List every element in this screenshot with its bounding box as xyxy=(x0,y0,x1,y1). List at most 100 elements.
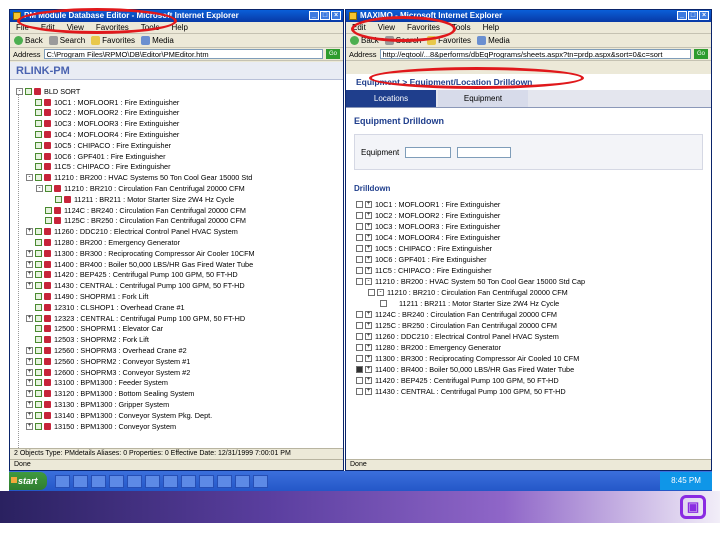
taskbar-item[interactable] xyxy=(127,474,142,488)
tree-row[interactable]: +11420 : BEP425 : Centrifugal Pump 100 G… xyxy=(16,270,337,281)
row-checkbox[interactable] xyxy=(356,212,363,219)
row-checkbox[interactable] xyxy=(356,366,363,373)
expand-toggle[interactable]: + xyxy=(26,271,33,279)
close-button[interactable]: × xyxy=(699,11,709,20)
checkbox[interactable] xyxy=(35,174,42,182)
tree-row[interactable]: +13120 : BPM1300 : Bottom Sealing System xyxy=(16,388,337,399)
taskbar-item[interactable] xyxy=(73,474,88,488)
tree-row[interactable]: +11300 : BR300 : Reciprocating Compresso… xyxy=(16,248,337,259)
address-input[interactable]: C:\Program Files\RPMO\DB\Editor\PMEditor… xyxy=(43,49,323,59)
taskbar-item[interactable] xyxy=(253,474,268,488)
tree-row[interactable]: 1125C : BR250 : Circulation Fan Centrifu… xyxy=(16,216,337,227)
row-checkbox[interactable] xyxy=(356,344,363,351)
tree-row[interactable]: +11400 : BR400 : Boiler 50,000 LBS/HR Ga… xyxy=(16,259,337,270)
checkbox[interactable] xyxy=(35,357,42,365)
checkbox[interactable] xyxy=(35,260,42,268)
checkbox[interactable] xyxy=(35,368,42,376)
expand-toggle[interactable]: + xyxy=(365,333,372,340)
start-button[interactable]: start xyxy=(9,472,47,490)
drilldown-row[interactable]: -11210 : BR200 : HVAC System 50 Ton Cool… xyxy=(354,276,703,287)
tree-row[interactable]: 10C2 : MOFLOOR2 : Fire Extinguisher xyxy=(16,108,337,119)
checkbox[interactable] xyxy=(35,239,42,247)
taskbar-item[interactable] xyxy=(199,474,214,488)
expand-toggle[interactable]: + xyxy=(26,379,33,387)
expand-toggle[interactable]: + xyxy=(365,377,372,384)
expand-toggle[interactable]: + xyxy=(26,228,33,236)
checkbox[interactable] xyxy=(35,141,42,149)
drilldown-row[interactable]: +10C3 : MOFLOOR3 : Fire Extinguisher xyxy=(354,221,703,232)
drilldown-row[interactable]: +10C6 : GPF401 : Fire Extinguisher xyxy=(354,254,703,265)
row-checkbox[interactable] xyxy=(368,289,375,296)
expand-toggle[interactable]: + xyxy=(26,401,33,408)
tree-row[interactable]: 10C5 : CHIPACO : Fire Extinguisher xyxy=(16,140,337,151)
drilldown-row[interactable]: -11210 : BR210 : Circulation Fan Centrif… xyxy=(354,287,703,298)
drilldown-row[interactable]: +11420 : BEP425 : Centrifugal Pump 100 G… xyxy=(354,375,703,386)
expand-toggle[interactable]: + xyxy=(365,355,372,362)
expand-toggle[interactable]: + xyxy=(26,260,33,268)
drilldown-row[interactable]: +11400 : BR400 : Boiler 50,000 LBS/HR Ga… xyxy=(354,364,703,375)
equipment-input[interactable] xyxy=(405,146,452,158)
tree-row[interactable]: 11280 : BR200 : Emergency Generator xyxy=(16,237,337,248)
taskbar-item[interactable] xyxy=(163,474,178,488)
row-checkbox[interactable] xyxy=(356,322,363,329)
expand-toggle[interactable]: + xyxy=(365,388,372,395)
go-button[interactable]: Go xyxy=(326,49,340,59)
drilldown-row[interactable]: +10C4 : MOFLOOR4 : Fire Extinguisher xyxy=(354,232,703,243)
toolbar-media-button[interactable]: Media xyxy=(141,36,174,45)
drilldown-row[interactable]: +11260 : DDC210 : Electrical Control Pan… xyxy=(354,331,703,342)
description-input[interactable] xyxy=(457,146,512,158)
expand-toggle[interactable]: - xyxy=(26,174,33,182)
tree-row[interactable]: +11260 : DDC210 : Electrical Control Pan… xyxy=(16,226,337,237)
expand-toggle[interactable]: + xyxy=(365,344,372,351)
checkbox[interactable] xyxy=(35,282,42,290)
minimize-button[interactable]: _ xyxy=(677,11,687,20)
tree-row[interactable]: 11C5 : CHIPACO : Fire Extinguisher xyxy=(16,162,337,173)
menu-item-help[interactable]: Help xyxy=(483,22,499,33)
row-checkbox[interactable] xyxy=(356,267,363,274)
expand-toggle[interactable]: + xyxy=(365,256,372,263)
checkbox[interactable] xyxy=(35,249,42,257)
toolbar-favorites-button[interactable]: Favorites xyxy=(91,36,135,45)
expand-toggle[interactable]: - xyxy=(36,185,43,193)
row-checkbox[interactable] xyxy=(356,355,363,362)
checkbox[interactable] xyxy=(35,228,42,236)
expand-toggle[interactable]: + xyxy=(365,212,372,219)
taskbar-item[interactable] xyxy=(109,474,124,488)
checkbox[interactable] xyxy=(35,163,42,171)
checkbox[interactable] xyxy=(35,303,42,311)
row-checkbox[interactable] xyxy=(356,245,363,252)
drilldown-row[interactable]: +11280 : BR200 : Emergency Generator xyxy=(354,342,703,353)
taskbar-item[interactable] xyxy=(55,474,70,488)
expand-toggle[interactable]: + xyxy=(365,234,372,241)
expand-toggle[interactable]: - xyxy=(365,278,372,285)
tree-row[interactable]: +13130 : BPM1300 : Gripper System xyxy=(16,399,337,410)
checkbox[interactable] xyxy=(35,98,42,106)
tree-row[interactable]: 11490 : SHOPRM1 : Fork Lift xyxy=(16,291,337,302)
minimize-button[interactable]: _ xyxy=(309,11,319,20)
expand-toggle[interactable]: + xyxy=(26,390,33,398)
go-button[interactable]: Go xyxy=(694,49,708,59)
row-checkbox[interactable] xyxy=(356,377,363,384)
tree-row[interactable]: 10C3 : MOFLOOR3 : Fire Extinguisher xyxy=(16,118,337,129)
tree-row[interactable]: 12310 : CLSHOP1 : Overhead Crane #1 xyxy=(16,302,337,313)
checkbox[interactable] xyxy=(35,314,42,322)
row-checkbox[interactable] xyxy=(356,223,363,230)
checkbox[interactable] xyxy=(35,347,42,355)
checkbox[interactable] xyxy=(45,217,52,225)
tree-row[interactable]: - 11210 : BR210 : Circulation Fan Centrif… xyxy=(16,183,337,194)
taskbar-item[interactable] xyxy=(145,474,160,488)
row-checkbox[interactable] xyxy=(356,278,363,285)
expand-toggle[interactable]: + xyxy=(26,347,33,355)
checkbox[interactable] xyxy=(35,390,42,398)
checkbox[interactable] xyxy=(35,293,42,301)
expand-toggle[interactable]: + xyxy=(365,223,372,230)
checkbox[interactable] xyxy=(35,271,42,279)
checkbox[interactable] xyxy=(35,325,42,333)
row-checkbox[interactable] xyxy=(356,311,363,318)
tab-equipment[interactable]: Equipment xyxy=(438,90,528,107)
checkbox[interactable] xyxy=(45,185,52,193)
drilldown-row[interactable]: +10C2 : MOFLOOR2 : Fire Extinguisher xyxy=(354,210,703,221)
checkbox[interactable] xyxy=(25,87,32,95)
tree-row[interactable]: +12323 : CENTRAL : Centrifugal Pump 100 … xyxy=(16,313,337,324)
expand-toggle[interactable]: + xyxy=(365,267,372,274)
